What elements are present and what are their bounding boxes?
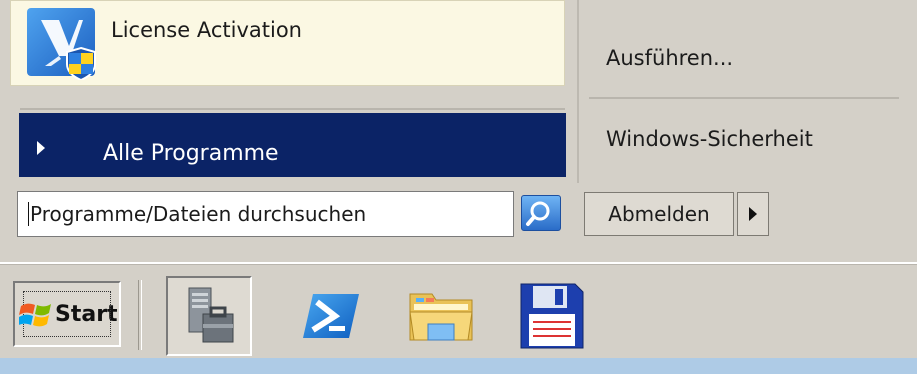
powershell-icon <box>303 294 359 338</box>
search-input[interactable]: Programme/Dateien durchsuchen <box>17 191 514 237</box>
start-menu: License Activation Alle Programme Ausfüh… <box>0 0 917 262</box>
search-row: Programme/Dateien durchsuchen <box>17 191 567 237</box>
left-pane-divider <box>20 108 565 110</box>
search-placeholder: Programme/Dateien durchsuchen <box>30 202 367 226</box>
run-menu-item[interactable]: Ausführen... <box>606 46 733 70</box>
shutdown-options-button[interactable] <box>737 192 769 236</box>
windows-security-menu-item[interactable]: Windows-Sicherheit <box>606 127 813 151</box>
all-programs-button[interactable]: Alle Programme <box>19 113 566 177</box>
search-icon <box>526 201 550 226</box>
quick-launch-powershell[interactable] <box>288 276 374 356</box>
pinned-item-label: License Activation <box>111 18 302 42</box>
logout-label: Abmelden <box>608 202 710 226</box>
logout-button[interactable]: Abmelden <box>584 192 734 236</box>
right-pane-divider <box>589 97 899 99</box>
triangle-right-icon <box>37 141 45 155</box>
folder-icon <box>409 293 473 341</box>
desktop-strip <box>0 358 917 374</box>
taskbar-separator <box>138 280 142 350</box>
start-button[interactable]: Start <box>13 281 121 347</box>
quick-launch-file-explorer[interactable] <box>398 276 484 356</box>
server-manager-icon <box>188 287 234 343</box>
triangle-right-icon <box>749 207 757 221</box>
pinned-item-license-activation[interactable]: License Activation <box>10 0 565 86</box>
all-programs-label: Alle Programme <box>103 140 279 166</box>
license-activation-icon <box>25 6 99 82</box>
search-button[interactable] <box>521 195 561 231</box>
floppy-disk-icon <box>520 283 584 349</box>
quick-launch-save-disk[interactable] <box>508 276 594 356</box>
start-menu-right-pane: Ausführen... Windows-Sicherheit <box>577 0 917 185</box>
quick-launch-server-manager[interactable] <box>166 276 252 356</box>
taskbar: Start <box>0 262 917 360</box>
windows-logo-icon <box>19 303 51 327</box>
